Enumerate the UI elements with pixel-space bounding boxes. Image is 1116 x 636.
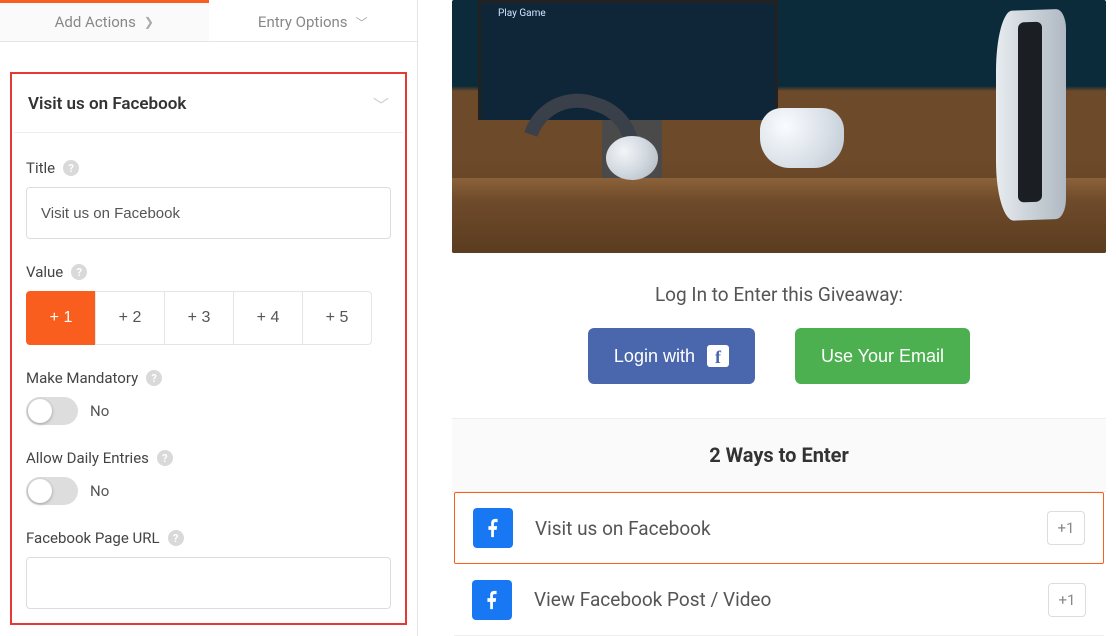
facebook-icon (473, 508, 513, 548)
controller-illustration (760, 108, 844, 168)
login-title: Log In to Enter this Giveaway: (452, 283, 1106, 306)
value-option-4[interactable]: + 4 (233, 291, 303, 345)
help-icon[interactable]: ? (146, 370, 162, 386)
page-url-input[interactable] (26, 557, 391, 609)
title-label: Title (26, 159, 55, 177)
section-title: Visit us on Facebook (28, 94, 186, 114)
daily-label: Allow Daily Entries (26, 449, 149, 467)
login-email-button[interactable]: Use Your Email (795, 328, 970, 384)
chevron-down-icon: ﹀ (373, 92, 389, 116)
mandatory-state: No (90, 402, 109, 420)
entry-points: +1 (1048, 583, 1086, 617)
facebook-icon (472, 580, 512, 620)
headset-illustration (530, 96, 650, 176)
editor-scroll[interactable]: Visit us on Facebook ﹀ Title ? Value ? +… (0, 42, 417, 636)
field-mandatory: Make Mandatory ? No (12, 369, 405, 449)
value-option-2[interactable]: + 2 (95, 291, 165, 345)
help-icon[interactable]: ? (63, 160, 79, 176)
tab-entry-options[interactable]: Entry Options ﹀ (209, 0, 418, 41)
tab-add-actions[interactable]: Add Actions ❯ (0, 0, 209, 41)
login-email-label: Use Your Email (821, 346, 944, 367)
entry-visit-facebook[interactable]: Visit us on Facebook +1 (454, 492, 1104, 564)
giveaway-hero-image: Play Game (452, 0, 1106, 253)
entry-view-post[interactable]: View Facebook Post / Video +1 (454, 564, 1104, 636)
section-header[interactable]: Visit us on Facebook ﹀ (14, 78, 403, 133)
value-label: Value (26, 263, 63, 281)
mandatory-toggle[interactable] (26, 397, 78, 425)
login-block: Log In to Enter this Giveaway: Login wit… (452, 253, 1106, 419)
hero-play-label: Play Game (498, 8, 546, 19)
ways-to-enter-header: 2 Ways to Enter (452, 419, 1106, 492)
preview-panel: Play Game Log In to Enter this Giveaway:… (418, 0, 1116, 636)
help-icon[interactable]: ? (71, 264, 87, 280)
value-option-3[interactable]: + 3 (164, 291, 234, 345)
facebook-icon: f (707, 345, 729, 367)
help-icon[interactable]: ? (168, 530, 184, 546)
chevron-right-icon: ❯ (144, 15, 154, 29)
title-input[interactable] (26, 187, 391, 239)
entry-label: Visit us on Facebook (535, 517, 1025, 540)
value-option-5[interactable]: + 5 (302, 291, 372, 345)
editor-tabs: Add Actions ❯ Entry Options ﹀ (0, 0, 417, 42)
console-illustration (996, 9, 1066, 221)
mandatory-label: Make Mandatory (26, 369, 138, 387)
entry-points: +1 (1047, 511, 1085, 545)
field-daily: Allow Daily Entries ? No (12, 449, 405, 529)
login-facebook-label: Login with (614, 346, 695, 367)
page-url-label: Facebook Page URL (26, 529, 160, 547)
daily-state: No (90, 482, 109, 500)
field-page-url: Facebook Page URL ? (12, 529, 405, 613)
tab-add-actions-label: Add Actions (55, 13, 136, 31)
selected-action-settings: Visit us on Facebook ﹀ Title ? Value ? +… (10, 72, 407, 625)
editor-panel: Add Actions ❯ Entry Options ﹀ Visit us o… (0, 0, 418, 636)
value-option-1[interactable]: + 1 (26, 291, 96, 345)
help-icon[interactable]: ? (157, 450, 173, 466)
field-title: Title ? (12, 159, 405, 263)
value-button-group: + 1 + 2 + 3 + 4 + 5 (26, 291, 391, 345)
tab-entry-options-label: Entry Options (258, 13, 348, 31)
entry-list: Visit us on Facebook +1 View Facebook Po… (452, 492, 1106, 636)
field-value: Value ? + 1 + 2 + 3 + 4 + 5 (12, 263, 405, 369)
login-facebook-button[interactable]: Login with f (588, 328, 755, 384)
daily-toggle[interactable] (26, 477, 78, 505)
entry-label: View Facebook Post / Video (534, 588, 1026, 611)
chevron-down-icon: ﹀ (356, 14, 368, 31)
